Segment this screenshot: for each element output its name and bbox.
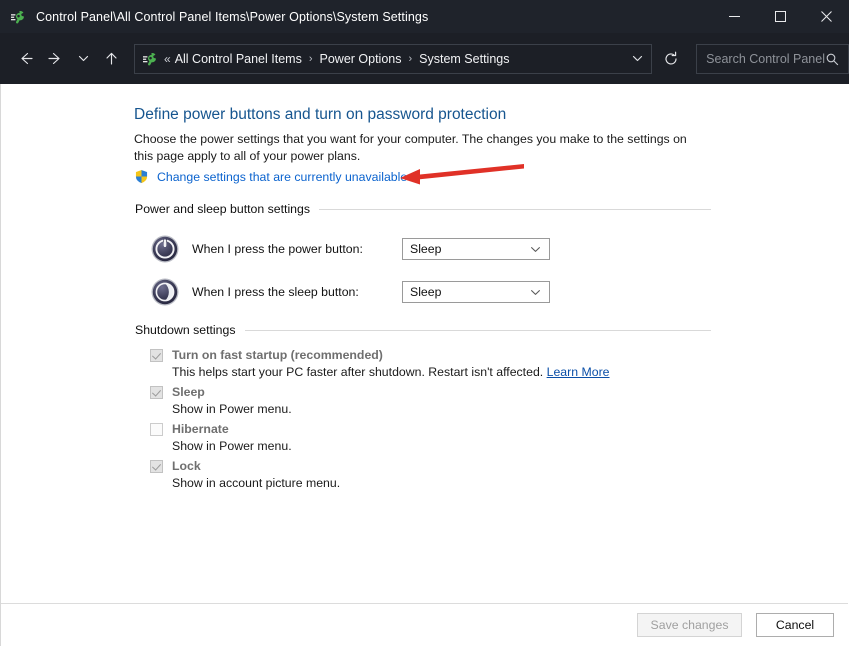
sleep-button-action-select[interactable]: Sleep — [402, 281, 550, 303]
footer-buttons: Save changes Cancel — [637, 613, 834, 637]
address-bar[interactable]: « All Control Panel Items › Power Option… — [134, 44, 652, 74]
window-controls — [711, 0, 849, 33]
chevron-down-icon[interactable] — [530, 287, 541, 298]
power-button-label: When I press the power button: — [192, 242, 402, 256]
power-button-icon — [150, 234, 180, 264]
recent-locations-chevron-down-icon[interactable] — [70, 44, 96, 74]
hibernate-checkbox-row[interactable]: Hibernate — [150, 422, 229, 436]
section-divider — [319, 209, 711, 210]
fast-startup-checkbox[interactable] — [150, 349, 163, 362]
power-button-action-value: Sleep — [410, 242, 530, 256]
lock-checkbox[interactable] — [150, 460, 163, 473]
power-button-action-select[interactable]: Sleep — [402, 238, 550, 260]
address-chevron-down-icon[interactable] — [623, 45, 651, 73]
up-arrow-icon[interactable] — [96, 44, 126, 74]
search-control-panel-box[interactable]: Search Control Panel — [696, 44, 849, 74]
minimize-icon[interactable] — [711, 0, 757, 33]
sleep-button-setting-row: When I press the sleep button: Sleep — [150, 277, 550, 307]
sleep-checkbox-row[interactable]: Sleep — [150, 385, 205, 399]
shutdown-settings-section-label: Shutdown settings — [135, 323, 236, 337]
breadcrumb-separator-icon: › — [408, 53, 412, 65]
sleep-label: Sleep — [172, 385, 205, 399]
lock-description: Show in account picture menu. — [172, 476, 340, 490]
sleep-checkbox[interactable] — [150, 386, 163, 399]
page-description: Choose the power settings that you want … — [134, 131, 700, 165]
fast-startup-description-text: This helps start your PC faster after sh… — [172, 365, 543, 379]
window-title: Control Panel\All Control Panel Items\Po… — [36, 10, 428, 24]
fast-startup-checkbox-row[interactable]: Turn on fast startup (recommended) — [150, 348, 383, 362]
breadcrumb-overflow[interactable]: « — [164, 52, 171, 66]
sleep-button-icon — [150, 277, 180, 307]
forward-arrow-icon[interactable] — [40, 44, 70, 74]
search-input[interactable]: Search Control Panel — [706, 52, 825, 66]
save-changes-button[interactable]: Save changes — [637, 613, 742, 637]
page-title: Define power buttons and turn on passwor… — [134, 106, 506, 124]
refresh-icon[interactable] — [656, 44, 686, 74]
power-sleep-section-label: Power and sleep button settings — [135, 202, 310, 216]
shield-icon — [134, 169, 149, 184]
sleep-button-action-value: Sleep — [410, 285, 530, 299]
section-divider — [245, 330, 712, 331]
sleep-button-label: When I press the sleep button: — [192, 285, 402, 299]
lock-label: Lock — [172, 459, 201, 473]
fast-startup-description: This helps start your PC faster after sh… — [172, 365, 610, 379]
search-icon[interactable] — [825, 52, 839, 66]
change-settings-unavailable-link[interactable]: Change settings that are currently unava… — [157, 170, 407, 184]
control-panel-window: Control Panel\All Control Panel Items\Po… — [0, 0, 849, 646]
hibernate-description: Show in Power menu. — [172, 439, 292, 453]
breadcrumb-separator-icon: › — [309, 53, 313, 65]
power-button-setting-row: When I press the power button: Sleep — [150, 234, 550, 264]
cancel-button[interactable]: Cancel — [756, 613, 834, 637]
maximize-icon[interactable] — [757, 0, 803, 33]
control-panel-icon — [142, 51, 158, 67]
shutdown-settings-section-header: Shutdown settings — [135, 323, 711, 337]
uac-change-settings-row[interactable]: Change settings that are currently unava… — [134, 169, 407, 184]
hibernate-label: Hibernate — [172, 422, 229, 436]
learn-more-link[interactable]: Learn More — [547, 365, 610, 379]
breadcrumb-system-settings[interactable]: System Settings — [415, 50, 513, 68]
navigation-bar: « All Control Panel Items › Power Option… — [0, 33, 849, 84]
breadcrumb-all-control-panel-items[interactable]: All Control Panel Items — [171, 50, 306, 68]
lock-checkbox-row[interactable]: Lock — [150, 459, 201, 473]
back-arrow-icon[interactable] — [10, 44, 40, 74]
close-icon[interactable] — [803, 0, 849, 33]
chevron-down-icon[interactable] — [530, 244, 541, 255]
fast-startup-label: Turn on fast startup (recommended) — [172, 348, 383, 362]
sleep-description: Show in Power menu. — [172, 402, 292, 416]
hibernate-checkbox[interactable] — [150, 423, 163, 436]
control-panel-icon — [10, 9, 26, 25]
footer-divider — [1, 603, 848, 604]
breadcrumb-power-options[interactable]: Power Options — [316, 50, 406, 68]
power-sleep-section-header: Power and sleep button settings — [135, 202, 711, 216]
title-bar: Control Panel\All Control Panel Items\Po… — [0, 0, 849, 33]
